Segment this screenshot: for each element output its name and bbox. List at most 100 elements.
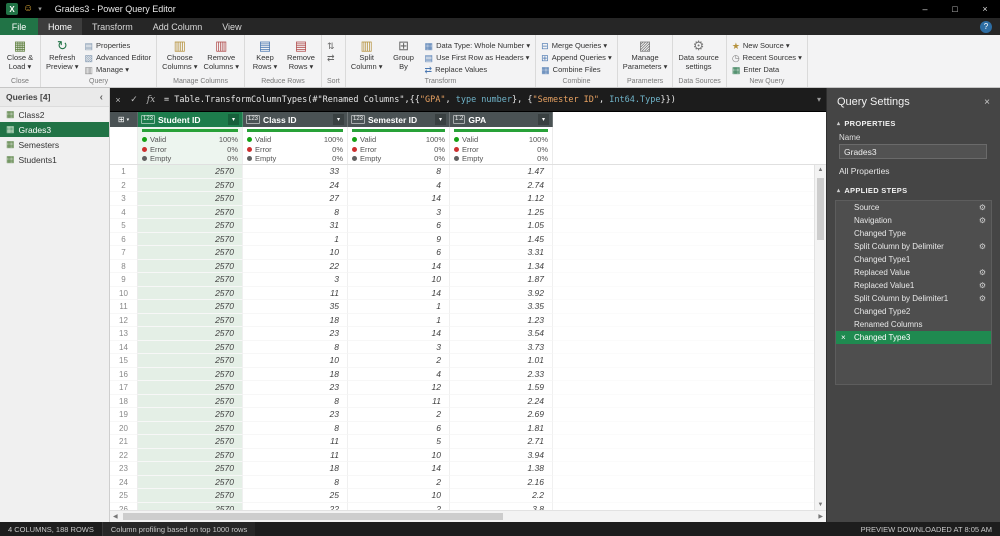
step-settings-gear-icon[interactable]: ⚙ (979, 279, 986, 292)
cell[interactable]: 23 (243, 381, 348, 395)
cell[interactable]: 10 (348, 448, 450, 462)
cell[interactable]: 18 (243, 367, 348, 381)
cell[interactable]: 2 (348, 475, 450, 489)
cell[interactable]: 8 (243, 340, 348, 354)
vertical-scrollbar[interactable]: ▲ ▼ (814, 165, 826, 510)
cell[interactable]: 2.33 (450, 367, 553, 381)
cell[interactable]: 10 (348, 273, 450, 287)
query-item-students1[interactable]: ▦ Students1 (0, 152, 109, 167)
cell[interactable]: 2570 (138, 259, 243, 273)
cell[interactable]: 2570 (138, 232, 243, 246)
status-profiling-note[interactable]: Column profiling based on top 1000 rows (102, 522, 256, 536)
feedback-smiley-icon[interactable]: ☺ (23, 4, 33, 14)
cell[interactable]: 23 (243, 408, 348, 422)
cell[interactable]: 1.25 (450, 205, 553, 219)
cell[interactable]: 3 (348, 205, 450, 219)
cell[interactable]: 2570 (138, 313, 243, 327)
cell[interactable]: 31 (243, 219, 348, 233)
cell[interactable]: 2 (348, 354, 450, 368)
cell[interactable]: 2570 (138, 462, 243, 476)
step-settings-gear-icon[interactable]: ⚙ (979, 214, 986, 227)
cell[interactable]: 3 (243, 273, 348, 287)
cell[interactable]: 10 (243, 246, 348, 260)
cell[interactable]: 2570 (138, 300, 243, 314)
cell[interactable]: 14 (348, 259, 450, 273)
scroll-up-icon[interactable]: ▲ (818, 167, 824, 173)
ribbon-button-manage-parameters[interactable]: ▨ Manage Parameters ▾ (621, 37, 670, 71)
cell[interactable]: 1 (243, 232, 348, 246)
tab-home[interactable]: Home (38, 18, 83, 35)
vertical-scroll-thumb[interactable] (817, 178, 824, 240)
cell[interactable]: 11 (243, 286, 348, 300)
cell[interactable]: 11 (348, 394, 450, 408)
cell[interactable]: 22 (243, 502, 348, 510)
ribbon-button-split-column[interactable]: ▥ Split Column ▾ (349, 37, 385, 71)
column-header-gpa[interactable]: 1.2 GPA ▾ (450, 112, 553, 127)
query-item-grades3[interactable]: ▦ Grades3 (0, 122, 109, 137)
ribbon-button-merge-queries[interactable]: ⊟ Merge Queries ▾ (539, 40, 614, 51)
cell[interactable]: 35 (243, 300, 348, 314)
all-properties-link[interactable]: All Properties (827, 164, 1000, 181)
cell[interactable]: 10 (243, 354, 348, 368)
ribbon-button-keep-rows[interactable]: ▤ Keep Rows ▾ (248, 37, 282, 71)
ribbon-button-group-by[interactable]: ⊞ Group By (387, 37, 421, 71)
cell[interactable]: 3.8 (450, 502, 553, 510)
cell[interactable]: 11 (243, 435, 348, 449)
ribbon-button-combine-files[interactable]: ▦ Combine Files (539, 64, 614, 75)
horizontal-scrollbar[interactable]: ◀ ▶ (110, 510, 826, 522)
ribbon-button-use-first-row-as-headers[interactable]: ▤ Use First Row as Headers ▾ (423, 52, 533, 63)
cell[interactable]: 3.94 (450, 448, 553, 462)
cell[interactable]: 14 (348, 327, 450, 341)
cell[interactable]: 2570 (138, 205, 243, 219)
cell[interactable]: 1.12 (450, 192, 553, 206)
horizontal-scroll-thumb[interactable] (123, 513, 503, 520)
cell[interactable]: 3.35 (450, 300, 553, 314)
ribbon-button-sort-za[interactable]: ⇄ (325, 52, 337, 63)
query-name-input[interactable] (839, 144, 987, 159)
tab-view[interactable]: View (212, 18, 251, 35)
cell[interactable]: 14 (348, 462, 450, 476)
cell[interactable]: 22 (243, 259, 348, 273)
cell[interactable]: 8 (243, 421, 348, 435)
filter-dropdown-icon[interactable]: ▾ (538, 114, 549, 125)
cell[interactable]: 2570 (138, 354, 243, 368)
cell[interactable]: 2570 (138, 219, 243, 233)
filter-dropdown-icon[interactable]: ▾ (435, 114, 446, 125)
cell[interactable]: 1 (348, 300, 450, 314)
table-menu-button[interactable]: ⊞ ▾ (110, 112, 138, 127)
cell[interactable]: 2570 (138, 367, 243, 381)
ribbon-button-properties[interactable]: ▤ Properties (83, 40, 154, 51)
close-settings-icon[interactable]: × (984, 97, 990, 108)
cell[interactable]: 8 (243, 394, 348, 408)
cell[interactable]: 14 (348, 192, 450, 206)
cell[interactable]: 18 (243, 462, 348, 476)
collapse-pane-icon[interactable]: ‹ (100, 92, 103, 103)
cell[interactable]: 2.2 (450, 489, 553, 503)
cell[interactable]: 8 (243, 475, 348, 489)
cell[interactable]: 27 (243, 192, 348, 206)
minimize-button[interactable]: – (910, 0, 940, 18)
ribbon-button-new-source[interactable]: ★ New Source ▾ (730, 40, 804, 51)
ribbon-button-data-type-whole-number[interactable]: ▦ Data Type: Whole Number ▾ (423, 40, 533, 51)
cell[interactable]: 24 (243, 178, 348, 192)
cell[interactable]: 10 (348, 489, 450, 503)
ribbon-button-append-queries[interactable]: ⊞ Append Queries ▾ (539, 52, 614, 63)
scroll-down-icon[interactable]: ▼ (818, 502, 824, 508)
scroll-right-icon[interactable]: ▶ (818, 513, 823, 520)
ribbon-button-remove-columns[interactable]: ▥ Remove Columns ▾ (202, 37, 241, 71)
cell[interactable]: 2570 (138, 286, 243, 300)
cell[interactable]: 5 (348, 435, 450, 449)
applied-step-changed-type2[interactable]: Changed Type2 (836, 305, 991, 318)
formula-input[interactable]: = Table.TransformColumnTypes(#"Renamed C… (160, 95, 812, 105)
cell[interactable]: 25 (243, 489, 348, 503)
cell[interactable]: 3 (348, 340, 450, 354)
cell[interactable]: 9 (348, 232, 450, 246)
ribbon-button-refresh-preview[interactable]: ↻ Refresh Preview ▾ (44, 37, 81, 71)
cell[interactable]: 6 (348, 421, 450, 435)
column-header-semester-id[interactable]: 123 Semester ID ▾ (348, 112, 450, 127)
cell[interactable]: 1 (348, 313, 450, 327)
quick-access-caret-icon[interactable]: ▾ (38, 5, 42, 13)
cell[interactable]: 6 (348, 219, 450, 233)
cell[interactable]: 1.23 (450, 313, 553, 327)
ribbon-button-close-load[interactable]: ▦ Close & Load ▾ (3, 37, 37, 71)
